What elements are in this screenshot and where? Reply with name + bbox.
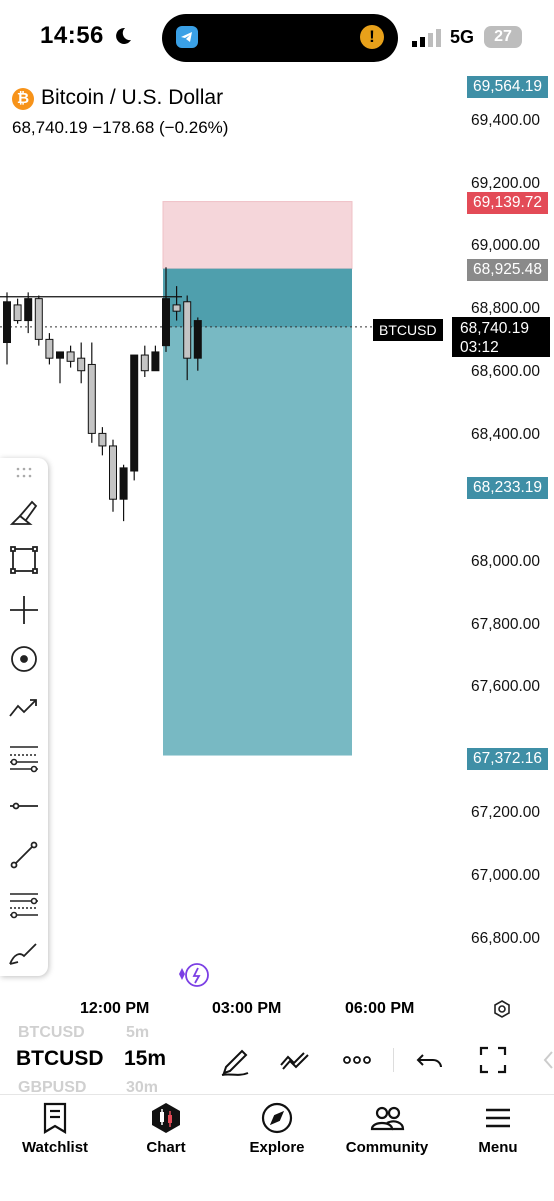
nav-explore[interactable]: Explore: [222, 1101, 332, 1156]
horizontal-line-icon[interactable]: [6, 788, 42, 824]
candle: [109, 445, 117, 500]
interval-selector[interactable]: 15m: [124, 1047, 166, 1071]
price-chart[interactable]: [0, 0, 554, 1000]
candle: [56, 351, 64, 359]
drag-handle-icon[interactable]: [16, 466, 32, 484]
nav-label: Watchlist: [21, 1139, 89, 1156]
candle: [13, 304, 22, 322]
price-tick: 68,000.00: [471, 553, 540, 570]
more-icon[interactable]: [340, 1043, 374, 1077]
price-tick: 68,600.00: [471, 363, 540, 380]
time-tick: 06:00 PM: [345, 1000, 415, 1017]
chart-icon: [152, 1103, 180, 1133]
price-tick: 68,400.00: [471, 426, 540, 443]
candle: [151, 351, 160, 372]
price-tick: 69,200.00: [471, 175, 540, 192]
drawing-toolbar: [0, 458, 48, 976]
trend-icon[interactable]: [6, 690, 42, 726]
position-overlap: [163, 268, 352, 327]
compass-icon: [261, 1102, 293, 1134]
community-icon: [370, 1106, 405, 1131]
watchlist-icon: [43, 1102, 67, 1134]
nav-label: Explore: [249, 1139, 305, 1156]
brush-icon[interactable]: [6, 496, 42, 532]
nav-watchlist[interactable]: Watchlist: [0, 1101, 110, 1156]
candle: [193, 320, 202, 359]
current-price-tag: 68,740.19 03:12: [452, 317, 550, 357]
price-tag-target: 67,372.16: [467, 748, 548, 770]
fib-icon[interactable]: [6, 739, 42, 775]
menu-icon: [486, 1108, 510, 1128]
price-tick: 67,600.00: [471, 678, 540, 695]
price-tag-low: 68,233.19: [467, 477, 548, 499]
nav-menu[interactable]: Menu: [443, 1101, 553, 1156]
pen-icon[interactable]: [6, 934, 42, 970]
prev-interval[interactable]: 5m: [126, 1024, 149, 1042]
chevron-left-icon[interactable]: [542, 1050, 554, 1075]
candle: [34, 298, 43, 340]
candle: [140, 354, 149, 372]
candle: [45, 338, 54, 359]
ai-assistant-icon[interactable]: [176, 960, 212, 990]
fullscreen-icon[interactable]: [476, 1043, 510, 1077]
price-tick: 67,800.00: [471, 616, 540, 633]
candle: [172, 304, 181, 312]
indicators-button[interactable]: [278, 1043, 312, 1077]
time-tick: 12:00 PM: [80, 1000, 150, 1017]
candle: [183, 301, 192, 359]
nav-chart[interactable]: Chart: [111, 1101, 221, 1156]
settings-icon[interactable]: [492, 999, 512, 1024]
candle: [130, 354, 139, 472]
take-profit-zone: [163, 268, 352, 756]
rectangle-icon[interactable]: [6, 542, 42, 578]
undo-icon[interactable]: [413, 1043, 447, 1077]
price-tick: 67,000.00: [471, 867, 540, 884]
candle: [119, 467, 128, 500]
time-tick: 03:00 PM: [212, 1000, 282, 1017]
candle: [3, 301, 11, 344]
nav-label: Community: [345, 1139, 429, 1156]
nav-label: Chart: [146, 1139, 186, 1156]
price-tick: 67,200.00: [471, 804, 540, 821]
bar-countdown: 03:12: [460, 339, 499, 356]
symbol-tag: BTCUSD: [373, 319, 443, 341]
nav-community[interactable]: Community: [332, 1101, 442, 1156]
drawing-tools-button[interactable]: [218, 1043, 252, 1077]
price-tick: 68,800.00: [471, 300, 540, 317]
candle: [87, 363, 96, 434]
symbol-selector[interactable]: BTCUSD: [16, 1047, 104, 1071]
divider: [393, 1048, 394, 1072]
current-price: 68,740.19: [460, 320, 529, 337]
circle-icon[interactable]: [6, 641, 42, 677]
line-icon[interactable]: [6, 837, 42, 873]
price-tick: 69,000.00: [471, 237, 540, 254]
stop-loss-zone: [162, 201, 353, 270]
bottom-navigation: Watchlist Chart Explore Community Menu: [0, 1094, 554, 1201]
candle: [98, 432, 107, 447]
nav-label: Menu: [478, 1139, 518, 1156]
candle: [77, 357, 86, 372]
price-tick: 69,400.00: [471, 112, 540, 129]
prev-symbol[interactable]: BTCUSD: [18, 1024, 85, 1042]
candle: [66, 351, 75, 362]
price-tag-stop: 69,139.72: [467, 192, 548, 214]
levels-icon[interactable]: [6, 886, 42, 922]
price-tag-high: 69,564.19: [467, 76, 548, 98]
crosshair-icon[interactable]: [6, 592, 42, 628]
candle: [24, 298, 33, 322]
price-tick: 66,800.00: [471, 930, 540, 947]
candle: [162, 298, 170, 347]
price-tag-entry: 68,925.48: [467, 259, 548, 281]
